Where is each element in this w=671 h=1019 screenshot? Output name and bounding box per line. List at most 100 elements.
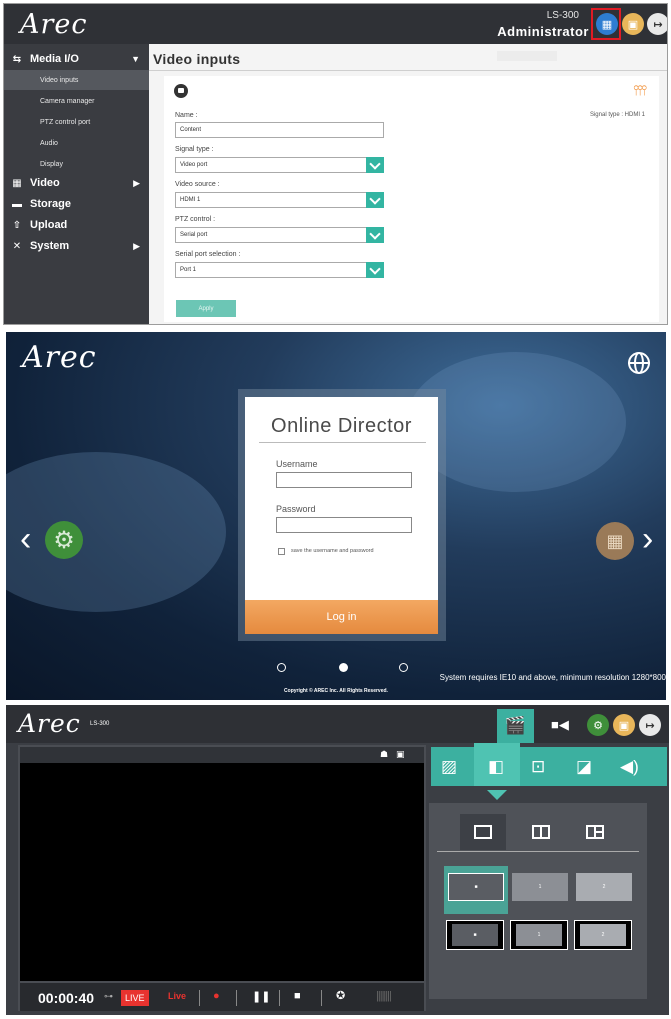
video-source-select[interactable]: HDMI 1 [175,192,384,208]
settings-gear-icon[interactable]: ⚙ [587,714,609,736]
director-clapper-icon[interactable]: 🎬 [497,709,534,743]
sidebar-item-storage[interactable]: ▬ Storage [4,193,149,215]
highlight-box [591,8,621,40]
name-label: Name : [175,112,198,119]
film-playback-icon[interactable]: ▦ [596,522,634,560]
record-icon[interactable]: ● [213,990,220,1002]
chevron-right-icon: ▶ [133,177,140,188]
layout-single-tab[interactable] [460,814,506,850]
chevron-right-icon: ▶ [133,240,140,251]
password-label: Password [276,504,316,514]
device-model: LS-300 [546,10,579,21]
separator [199,990,200,1006]
select-value: Serial port [180,232,208,238]
stripes-icon[interactable]: ▨ [441,757,457,777]
select-value: Video port [180,162,208,168]
source-b-2[interactable]: 2 [580,924,626,946]
sidebar-item-video[interactable]: ▦ Video ▶ [4,172,149,194]
tools-icon: ✕ [12,240,22,252]
page-title: Video inputs [153,51,241,67]
film-strip-icon: ▦ [12,177,22,189]
layout-split-tab[interactable] [518,814,564,850]
page-dot-3[interactable] [399,663,408,672]
camera-person-icon[interactable]: ▣ [396,749,405,760]
sidebar-item-label: Video [30,177,60,189]
ptz-control-select[interactable]: Serial port [175,227,384,243]
source-thumb-1[interactable]: 1 [512,873,568,901]
snapshot-icon[interactable]: ✪ [336,989,345,1002]
password-input[interactable] [276,517,412,533]
user-name: Administrator [497,24,589,39]
sidebar-sub-display[interactable]: Display [4,154,149,174]
link-icon: ⊶ [104,991,113,1001]
input-type-icon [174,84,188,98]
video-preview[interactable] [20,763,424,981]
prev-arrow-icon[interactable]: ‹ [20,522,31,556]
storage-icon: ▬ [12,198,22,210]
video-source-label: Video source : [175,181,220,188]
stop-icon[interactable]: ■ [294,990,301,1002]
next-arrow-icon[interactable]: › [642,522,653,556]
settings-sliders-icon[interactable]: ⫯⫯⫯ [633,82,647,99]
copyright: Copyright © AREC Inc. All Rights Reserve… [284,688,388,694]
audio-meter-icon: |||||||| [376,990,392,1002]
serial-port-select[interactable]: Port 1 [175,262,384,278]
logout-icon[interactable]: ↦ [647,13,667,35]
page-dot-1[interactable] [277,663,286,672]
sidebar-item-upload[interactable]: ⇧ Upload [4,214,149,236]
sidebar-item-system[interactable]: ✕ System ▶ [4,235,149,257]
signal-type-label: Signal type : [175,146,214,153]
sidebar-sub-audio[interactable]: Audio [4,133,149,153]
chevron-down-icon: ▼ [131,54,140,64]
sidebar-item-label: Storage [30,198,71,210]
save-credentials-checkbox[interactable] [278,548,285,555]
source-b-main[interactable]: ■ [452,924,498,946]
live-stream-button[interactable]: Live [168,991,186,1001]
separator [279,990,280,1006]
preview-header [20,747,424,763]
overlay-icon[interactable]: ⊡ [531,757,545,777]
speaker-icon[interactable]: ◀) [620,757,639,777]
playback-icon[interactable]: ▣ [613,714,635,736]
apply-button[interactable]: Apply [176,300,236,317]
logout-icon[interactable]: ↦ [639,714,661,736]
single-layout-icon [474,825,492,839]
sidebar-item-label: Media I/O [30,53,79,65]
pause-icon[interactable]: ❚❚ [252,990,270,1003]
picture-icon[interactable]: ◪ [576,757,592,777]
select-value: HDMI 1 [180,197,201,203]
device-model: LS-300 [90,721,110,727]
source-b-1[interactable]: 1 [516,924,562,946]
source-thumb-main[interactable]: ■ [448,873,504,901]
plug-icon: ⇆ [12,53,22,65]
separator [321,990,322,1006]
chevron-down-icon [366,192,384,208]
sidebar-item-media-io[interactable]: ⇆ Media I/O ▼ [4,48,149,70]
arec-logo: Arec [18,709,81,738]
system-requirement: System requires IE10 and above, minimum … [439,673,666,682]
login-button[interactable]: Log in [245,600,438,634]
settings-gear-icon[interactable]: ⚙ [45,521,83,559]
serial-port-label: Serial port selection : [175,251,241,258]
sidebar-sub-ptz-control-port[interactable]: PTZ control port [4,112,149,132]
person-icon[interactable]: ☗ [380,749,388,760]
sidebar-sub-video-inputs[interactable]: Video inputs [4,70,149,90]
username-input[interactable] [276,472,412,488]
camera-icon[interactable]: ■◀ [551,717,569,733]
select-value: Port 1 [180,267,197,273]
ghost-tab [497,51,557,61]
page-dot-2[interactable] [339,663,348,672]
layout-icon[interactable]: ◧ [488,757,504,777]
separator [236,990,237,1006]
name-field[interactable]: Content [175,122,384,138]
globe-icon[interactable] [628,352,650,374]
upload-icon: ⇧ [12,219,22,231]
login-screen: Arec ‹ ⚙ ▦ › Online Director Username Pa… [6,332,666,700]
source-thumb-2[interactable]: 2 [576,873,632,901]
pip-layout-icon [586,825,604,839]
signal-type-select[interactable]: Video port [175,157,384,173]
playback-icon[interactable]: ▣ [622,13,644,35]
layout-pip-tab[interactable] [572,814,618,850]
active-pointer [487,790,507,800]
sidebar-sub-camera-manager[interactable]: Camera manager [4,91,149,111]
